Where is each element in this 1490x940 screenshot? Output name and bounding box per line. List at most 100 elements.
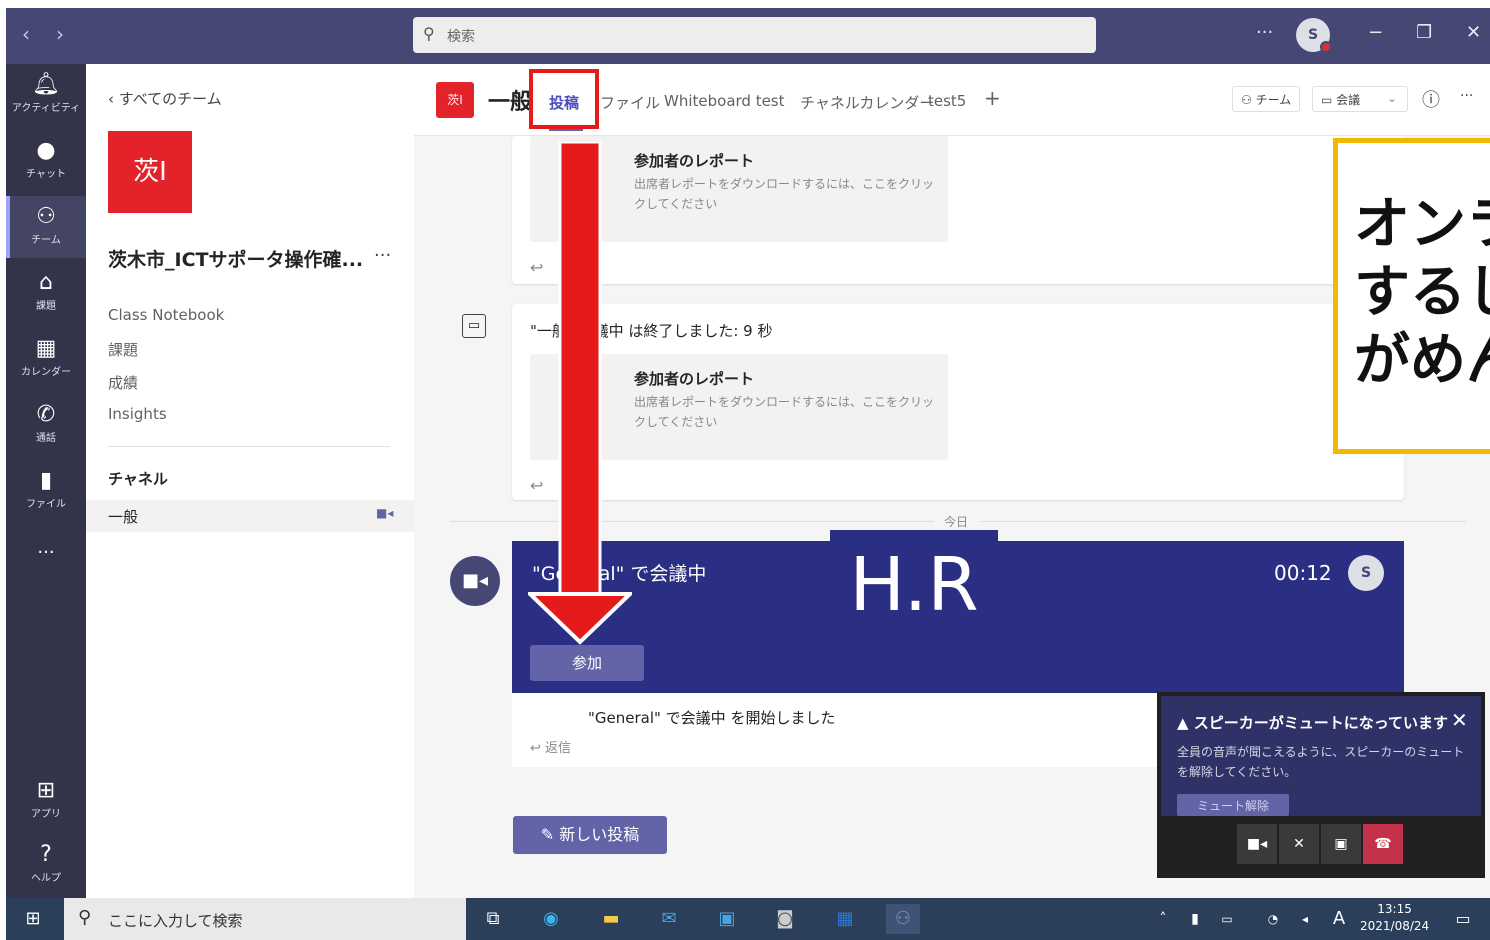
tab-whiteboard[interactable]: Whiteboard test (664, 92, 785, 110)
battery-icon[interactable]: ▭ (1210, 904, 1244, 934)
all-teams-link[interactable]: ‹ すべてのチーム (108, 88, 222, 109)
rail-label: チャット (26, 169, 66, 180)
channels-heading: チャネル (108, 470, 168, 488)
app-rail: 🔔︎ アクティビティ ● チャット ⚇ チーム ⌂ 課題 ▦ カレンダー ✆ 通… (6, 64, 86, 898)
tab-files[interactable]: ファイル (600, 92, 660, 113)
forward-nav-button[interactable]: › (56, 22, 64, 46)
link-grades[interactable]: 成績 (108, 372, 138, 393)
close-button[interactable]: ✕ (1466, 22, 1481, 43)
usb-icon[interactable]: ▮ (1178, 904, 1212, 934)
rail-label: ファイル (26, 499, 66, 510)
meet-button[interactable]: ▭ 会議 ⌄ (1312, 86, 1408, 112)
reply-label: 返信 (545, 741, 572, 756)
channel-item-general[interactable]: 一般 ■◂ (86, 500, 414, 532)
chevron-up-icon[interactable]: ˄ (1146, 904, 1180, 934)
camera-off-icon[interactable]: ■◂ (1237, 824, 1277, 864)
wifi-icon[interactable]: ◔ (1256, 904, 1290, 934)
divider (450, 521, 934, 522)
new-post-button[interactable]: ✎ 新しい投稿 (513, 816, 667, 854)
taskbar-clock[interactable]: 13:15 2021/08/24 (1360, 901, 1429, 935)
team-avatar-small: 茨I (436, 82, 474, 118)
link-class-notebook[interactable]: Class Notebook (108, 306, 224, 324)
speaker-icon[interactable]: ◂ (1288, 904, 1322, 934)
rail-item-activity[interactable]: 🔔︎ アクティビティ (6, 64, 86, 126)
notification-body: ▲ スピーカーがミュートになっています ✕ 全員の音声が聞こえるように、スピーカ… (1161, 696, 1481, 816)
chevron-down-icon: ⌄ (1387, 91, 1398, 105)
rail-label: ヘルプ (31, 873, 61, 884)
tab-channel-calendar[interactable]: チャネルカレンダー (800, 92, 934, 113)
close-icon[interactable]: ✕ (1451, 708, 1468, 732)
task-view-icon[interactable]: ⧉ (476, 904, 510, 934)
restore-button[interactable]: ❐ (1416, 22, 1432, 43)
search-icon: ⚲ (78, 907, 92, 928)
minimize-button[interactable]: − (1368, 22, 1383, 43)
header-more-button[interactable]: ··· (1460, 88, 1473, 104)
bell-icon: 🔔︎ (32, 72, 60, 97)
profile-avatar[interactable]: S (1296, 18, 1332, 53)
video-icon: ▭ (1321, 93, 1337, 107)
rail-item-files[interactable]: ▮ ファイル (6, 460, 86, 522)
participant-avatar[interactable]: S (1348, 555, 1384, 591)
rail-label: 課題 (36, 301, 56, 312)
link-insights[interactable]: Insights (108, 405, 167, 423)
arrow-head (528, 592, 632, 645)
search-icon: ⚲ (423, 24, 435, 43)
rail-item-apps[interactable]: ⊞ アプリ (6, 770, 86, 832)
share-screen-icon[interactable]: ▣ (1321, 824, 1361, 864)
teams-icon: ⚇ (36, 204, 56, 229)
report-description: 出席者レポートをダウンロードするには、ここをクリックしてください (634, 177, 935, 211)
meeting-video-icon: ■◂ (450, 556, 500, 606)
team-sidebar: ‹ すべてのチーム 茨I 茨木市_ICTサポータ操作確... ··· Class… (86, 64, 414, 898)
file-explorer-icon[interactable]: ▬ (594, 904, 628, 934)
status-dot (1320, 41, 1332, 53)
message-card: "一般" 会議中 は終了しました: 9 秒 参加者のレポート 出席者レポートをダ… (512, 304, 1404, 500)
rail-item-teams[interactable]: ⚇ チーム (6, 196, 86, 258)
tab-test5[interactable]: test5 (928, 92, 966, 110)
link-assignments[interactable]: 課題 (108, 339, 138, 360)
notification-center-icon[interactable]: ▭ (1446, 904, 1480, 934)
add-tab-button[interactable]: + (984, 86, 1001, 110)
file-icon: ▮ (39, 468, 53, 493)
meeting-duration: 00:12 (1274, 561, 1332, 585)
report-title: 参加者のレポート (634, 152, 755, 170)
rail-item-assignments[interactable]: ⌂ 課題 (6, 262, 86, 324)
rail-item-help[interactable]: ? ヘルプ (6, 834, 86, 896)
mail-icon[interactable]: ✉ (652, 904, 686, 934)
rail-item-chat[interactable]: ● チャット (6, 130, 86, 192)
clock-time: 13:15 (1377, 902, 1412, 916)
team-icon: ⚇ (1241, 93, 1256, 107)
teams-taskbar-icon[interactable]: ⚇ (886, 904, 920, 934)
hang-up-icon[interactable]: ☎ (1363, 824, 1403, 864)
edge-icon[interactable]: ◉ (534, 904, 568, 934)
windows-start-icon[interactable]: ⊞ (16, 904, 50, 934)
taskbar-search-placeholder: ここに入力して検索 (108, 912, 243, 930)
avatar-initial: S (1307, 27, 1319, 43)
ime-indicator[interactable]: A (1322, 904, 1356, 934)
clock-date: 2021/08/24 (1360, 919, 1430, 933)
join-button[interactable]: 参加 (530, 645, 644, 681)
team-name[interactable]: 茨木市_ICTサポータ操作確... (108, 245, 363, 272)
back-nav-button[interactable]: ‹ (22, 22, 30, 46)
more-options-button[interactable]: ··· (1256, 22, 1273, 43)
reply-icon: ↩ (530, 741, 546, 756)
windows-taskbar: ⊞ ⚲ ここに入力して検索 ⧉ ◉ ▬ ✉ ▣ ◙ ▦ ⚇ ˄ ▮ ▭ ◔ ◂ … (6, 898, 1490, 940)
meeting-video-icon: ▭ (462, 314, 486, 338)
more-icon: ··· (37, 542, 55, 563)
rail-item-calendar[interactable]: ▦ カレンダー (6, 328, 86, 390)
rail-label: 通話 (36, 433, 56, 444)
photos-icon[interactable]: ▣ (710, 904, 744, 934)
store-icon[interactable]: ▦ (828, 904, 862, 934)
unmute-button[interactable]: ミュート解除 (1177, 794, 1289, 816)
taskbar-search-input[interactable]: ⚲ ここに入力して検索 (64, 898, 466, 940)
info-icon[interactable]: ⓘ (1422, 86, 1440, 112)
camera-icon[interactable]: ◙ (768, 904, 802, 934)
rail-item-calls[interactable]: ✆ 通話 (6, 394, 86, 456)
reply-button[interactable]: ↩ 返信 (530, 737, 571, 756)
search-input[interactable]: ⚲ 検索 (413, 17, 1096, 53)
team-more-button[interactable]: ··· (374, 245, 391, 266)
warning-icon: ▲ (1177, 714, 1194, 732)
channel-title: 一般 (488, 90, 533, 115)
mic-off-icon[interactable]: ✕ (1279, 824, 1319, 864)
rail-more-button[interactable]: ··· (6, 534, 86, 596)
team-button[interactable]: ⚇ チーム (1232, 86, 1301, 112)
